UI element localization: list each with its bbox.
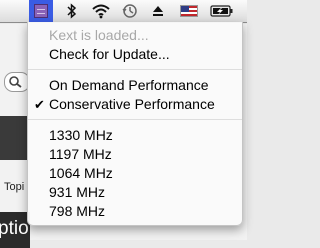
cpu-dropdown-menu: Kext is loaded... Check for Update... On… <box>27 22 243 226</box>
eject-menu-extra[interactable] <box>148 0 168 22</box>
cpu-chip-icon <box>34 4 48 18</box>
eject-icon <box>153 6 163 16</box>
menu-item-conservative-label: Conservative Performance <box>49 96 215 112</box>
menu-separator <box>28 119 242 120</box>
checkmark-icon: ✔ <box>34 97 45 112</box>
menu-item-on-demand[interactable]: On Demand Performance <box>28 76 242 95</box>
menu-item-freq-1330[interactable]: 1330 MHz <box>28 126 242 145</box>
menu-item-check-update[interactable]: Check for Update... <box>28 45 242 64</box>
search-icon <box>9 76 22 88</box>
background-panel <box>0 116 28 160</box>
menu-item-conservative[interactable]: ✔ Conservative Performance <box>28 95 242 114</box>
us-flag-icon <box>180 5 198 17</box>
input-menu-extra[interactable] <box>176 0 202 22</box>
bluetooth-icon <box>67 3 77 19</box>
time-machine-icon <box>122 4 137 18</box>
menu-item-freq-1064[interactable]: 1064 MHz <box>28 164 242 183</box>
menu-bar <box>0 0 247 23</box>
background-section-label: ptio <box>0 218 29 239</box>
menu-item-freq-931[interactable]: 931 MHz <box>28 183 242 202</box>
wifi-icon <box>92 4 110 19</box>
background-section-header: ptio <box>0 212 30 248</box>
menu-item-freq-798[interactable]: 798 MHz <box>28 202 242 221</box>
cpu-menu-extra[interactable] <box>29 0 53 22</box>
time-machine-menu-extra[interactable] <box>118 0 142 22</box>
battery-icon <box>210 5 233 17</box>
menu-separator <box>28 69 242 70</box>
battery-menu-extra[interactable] <box>208 0 236 22</box>
menu-item-kext-status: Kext is loaded... <box>49 27 149 43</box>
background-tab-label: Topi <box>4 181 25 193</box>
menu-item-freq-1197[interactable]: 1197 MHz <box>28 145 242 164</box>
bluetooth-menu-extra[interactable] <box>61 0 83 22</box>
wifi-menu-extra[interactable] <box>88 0 114 22</box>
